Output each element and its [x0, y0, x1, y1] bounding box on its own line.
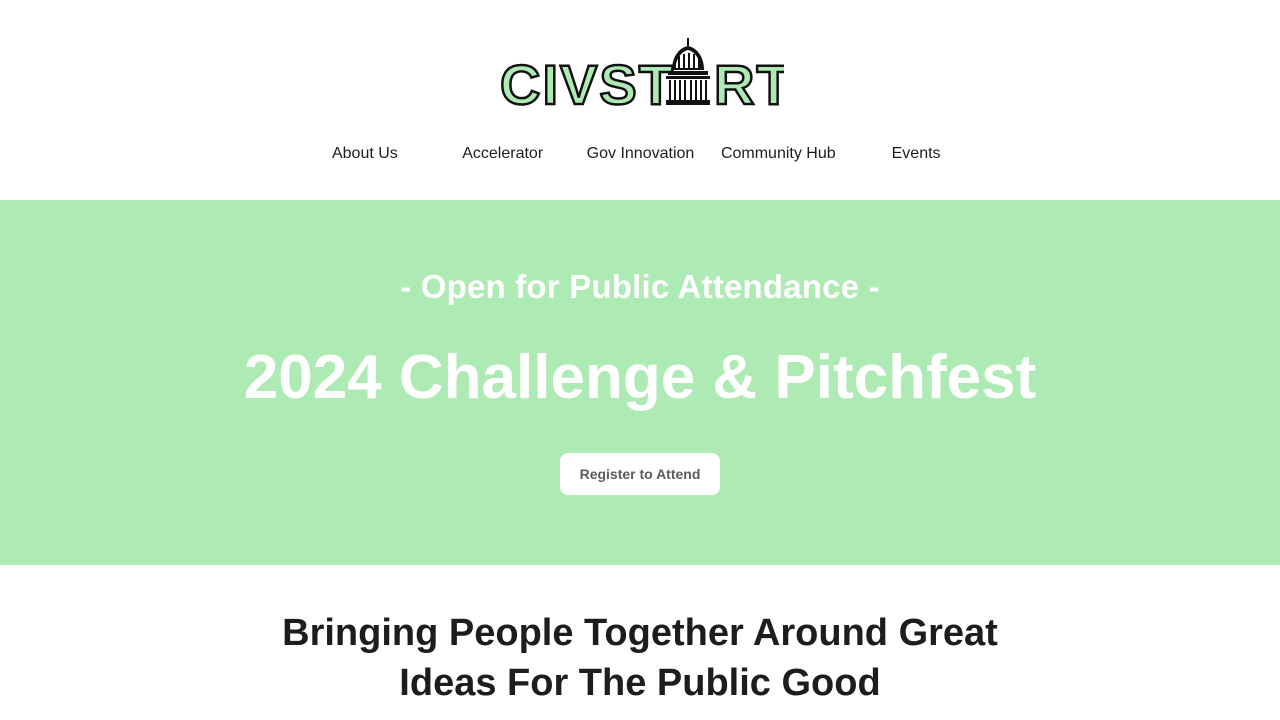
hero-subtitle: - Open for Public Attendance - — [400, 268, 880, 305]
hero-banner: - Open for Public Attendance - 2024 Chal… — [0, 200, 1280, 565]
civstart-logo[interactable]: CIVST RT — [499, 36, 792, 117]
hero-title: 2024 Challenge & Pitchfest — [243, 343, 1037, 412]
nav-gov-innovation[interactable]: Gov Innovation — [572, 138, 710, 170]
main-nav: About Us Accelerator Gov Innovation Comm… — [296, 138, 985, 170]
section-heading-line-1: Bringing People Together Around Great — [282, 612, 998, 654]
nav-community-hub[interactable]: Community Hub — [709, 138, 847, 170]
section-heading-line-2: Ideas For The Public Good — [399, 662, 881, 704]
logo-text-left: CIVST — [500, 53, 675, 108]
logo-text-right: RT — [714, 53, 784, 108]
nav-accelerator[interactable]: Accelerator — [434, 138, 572, 170]
register-to-attend-button[interactable]: Register to Attend — [560, 453, 720, 495]
nav-events[interactable]: Events — [847, 138, 985, 170]
nav-about-us[interactable]: About Us — [296, 138, 434, 170]
civstart-logo-graphic: CIVST RT — [499, 38, 792, 117]
site-header: CIVST RT About Us Accelerator Gov Innova… — [0, 0, 1280, 200]
section-heading: Bringing People Together Around Great Id… — [240, 608, 1040, 708]
